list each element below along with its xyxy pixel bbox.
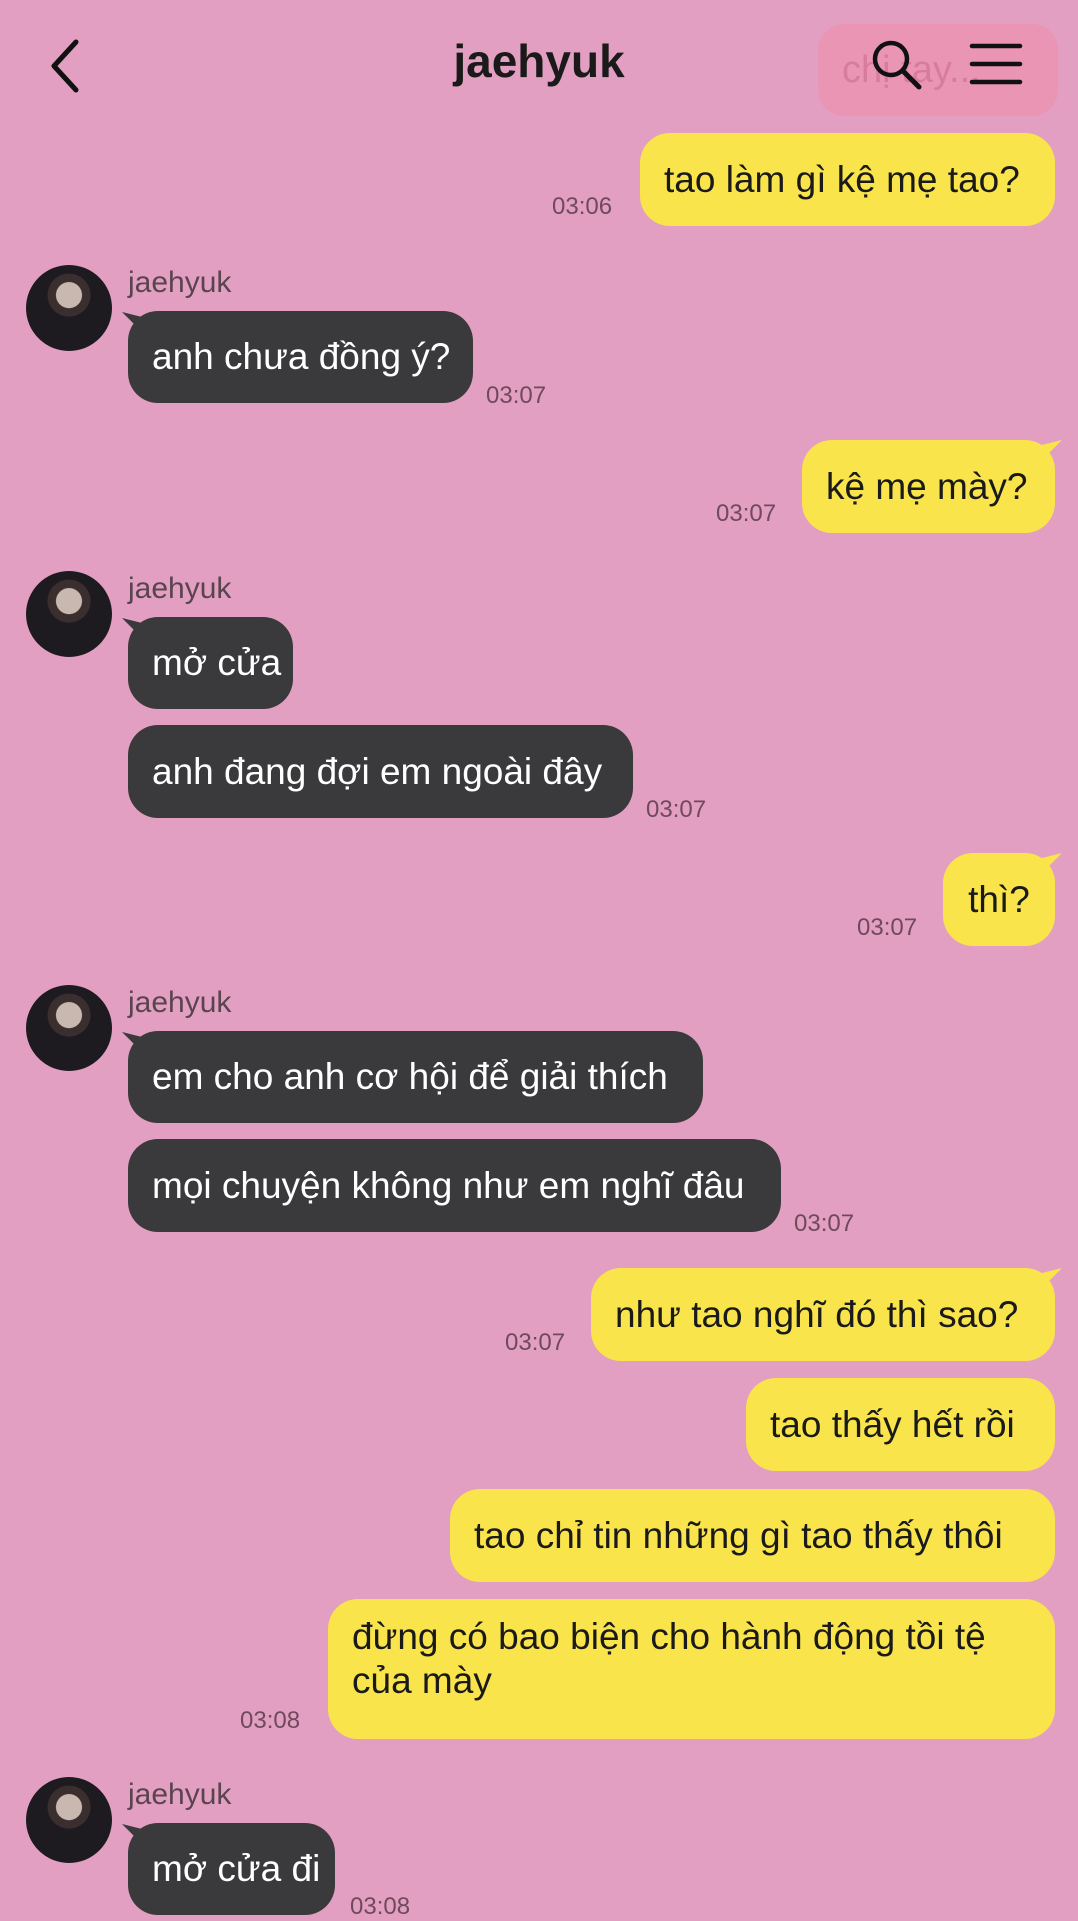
message-bubble-sent[interactable]: kệ mẹ mày?: [802, 440, 1055, 533]
message-time: 03:08: [240, 1707, 301, 1734]
message-bubble-sent[interactable]: tao thấy hết rồi: [746, 1378, 1055, 1471]
avatar[interactable]: [26, 1777, 112, 1863]
search-icon: [872, 40, 922, 90]
message-time: 03:07: [646, 796, 707, 823]
message-bubble-received[interactable]: mọi chuyện không như em nghĩ đâu: [128, 1139, 781, 1232]
message-bubble-received[interactable]: anh đang đợi em ngoài đây: [128, 725, 633, 818]
message-bubble-sent[interactable]: đừng có bao biện cho hành động tồi tệ củ…: [328, 1599, 1055, 1739]
message-bubble-received[interactable]: anh chưa đồng ý?: [128, 311, 473, 403]
bubble-tail: [1038, 440, 1062, 464]
sender-name: jaehyuk: [128, 986, 232, 1019]
chat-header: chị tay... jaehyuk: [0, 0, 1078, 130]
message-time: 03:07: [857, 914, 918, 941]
message-time: 03:07: [486, 382, 547, 409]
sender-name: jaehyuk: [128, 572, 232, 605]
menu-button[interactable]: [968, 36, 1024, 92]
sender-name: jaehyuk: [128, 1778, 232, 1811]
message-bubble-sent[interactable]: tao chỉ tin những gì tao thấy thôi: [450, 1489, 1055, 1582]
message-time: 03:06: [552, 193, 613, 220]
avatar[interactable]: [26, 571, 112, 657]
message-bubble-received[interactable]: em cho anh cơ hội để giải thích: [128, 1031, 703, 1123]
bubble-tail: [1038, 1268, 1062, 1292]
sender-name: jaehyuk: [128, 266, 232, 299]
avatar[interactable]: [26, 985, 112, 1071]
message-time: 03:07: [716, 500, 777, 527]
search-button[interactable]: [868, 36, 924, 92]
message-bubble-received[interactable]: mở cửa đi: [128, 1823, 335, 1915]
message-time: 03:08: [350, 1893, 411, 1920]
message-time: 03:07: [794, 1210, 855, 1237]
message-bubble-received[interactable]: mở cửa: [128, 617, 293, 709]
message-time: 03:07: [505, 1329, 566, 1356]
message-bubble-sent[interactable]: như tao nghĩ đó thì sao?: [591, 1268, 1055, 1361]
message-bubble-sent[interactable]: tao làm gì kệ mẹ tao?: [640, 133, 1055, 226]
avatar[interactable]: [26, 265, 112, 351]
bubble-tail: [1038, 853, 1062, 877]
menu-icon: [969, 43, 1023, 85]
